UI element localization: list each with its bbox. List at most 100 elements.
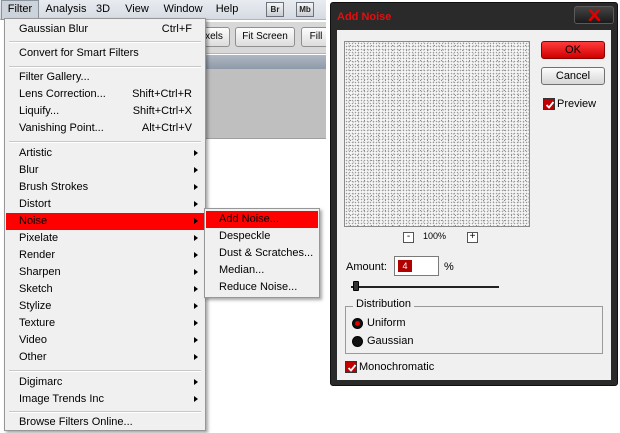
submenu-arrow-icon bbox=[194, 201, 198, 207]
menu-item-lens-correction[interactable]: Lens Correction... Shift+Ctrl+R bbox=[6, 86, 204, 103]
menu-item-other[interactable]: Other bbox=[6, 349, 204, 366]
menu-separator bbox=[9, 370, 201, 372]
options-toolbar: xels Fit Screen Fill bbox=[198, 22, 326, 54]
menu-item-browse-filters-online[interactable]: Browse Filters Online... bbox=[6, 414, 204, 431]
dialog-title-bar[interactable]: Add Noise bbox=[331, 3, 617, 29]
menu-view[interactable]: View bbox=[121, 0, 153, 20]
zoom-in-button[interactable]: + bbox=[467, 232, 478, 243]
menu-separator bbox=[9, 411, 201, 413]
menu-item-label: Other bbox=[19, 351, 47, 363]
menu-analysis[interactable]: Analysis bbox=[43, 0, 89, 20]
menu-item-pixelate[interactable]: Pixelate bbox=[6, 230, 204, 247]
menu-item-label: Noise bbox=[19, 215, 48, 227]
gaussian-label: Gaussian bbox=[367, 335, 414, 347]
submenu-arrow-icon bbox=[194, 303, 198, 309]
amount-unit: % bbox=[444, 261, 454, 273]
menu-item-shortcut: Ctrl+F bbox=[161, 23, 192, 35]
noise-preview-image[interactable] bbox=[344, 41, 530, 227]
amount-value: 4 bbox=[398, 260, 412, 272]
filter-menu: Gaussian Blur Ctrl+F Convert for Smart F… bbox=[4, 18, 206, 431]
monochromatic-label: Monochromatic bbox=[359, 361, 435, 373]
close-button[interactable] bbox=[574, 6, 614, 24]
submenu-arrow-icon bbox=[194, 218, 198, 224]
bridge-badge-button[interactable]: Br bbox=[266, 2, 284, 17]
menu-item-label: Video bbox=[19, 334, 47, 346]
noise-submenu: Add Noise... Despeckle Dust & Scratches.… bbox=[204, 208, 320, 298]
gaussian-radio[interactable] bbox=[352, 336, 363, 347]
fit-screen-button[interactable]: Fit Screen bbox=[235, 27, 295, 47]
menu-item-texture[interactable]: Texture bbox=[6, 315, 204, 332]
menu-item-label: Brush Strokes bbox=[19, 181, 89, 193]
dialog-title: Add Noise bbox=[337, 11, 392, 23]
submenu-arrow-icon bbox=[194, 286, 198, 292]
menu-bar: Filter Analysis 3D View Window Help Br M… bbox=[0, 0, 326, 20]
submenu-arrow-icon bbox=[194, 167, 198, 173]
amount-label: Amount: bbox=[346, 261, 387, 273]
menu-item-label: Digimarc bbox=[19, 376, 63, 388]
menu-item-label: Sketch bbox=[19, 283, 53, 295]
menu-item-vanishing-point[interactable]: Vanishing Point... Alt+Ctrl+V bbox=[6, 120, 204, 137]
menu-item-label: Pixelate bbox=[19, 232, 59, 244]
cancel-button[interactable]: Cancel bbox=[541, 67, 605, 85]
menu-item-gaussian-blur[interactable]: Gaussian Blur Ctrl+F bbox=[6, 21, 204, 38]
menu-separator bbox=[9, 66, 201, 68]
amount-input[interactable]: 4 bbox=[394, 256, 439, 276]
document-area bbox=[200, 69, 326, 139]
submenu-item-add-noise[interactable]: Add Noise... bbox=[206, 211, 318, 228]
menu-item-label: Blur bbox=[19, 164, 39, 176]
submenu-item-dust-scratches[interactable]: Dust & Scratches... bbox=[206, 245, 318, 262]
close-icon bbox=[588, 9, 601, 21]
menu-3d[interactable]: 3D bbox=[92, 0, 114, 20]
checkmark-icon bbox=[545, 101, 555, 109]
menu-help[interactable]: Help bbox=[213, 0, 241, 20]
ok-button[interactable]: OK bbox=[541, 41, 605, 59]
menu-item-stylize[interactable]: Stylize bbox=[6, 298, 204, 315]
menu-separator bbox=[9, 41, 201, 43]
menu-item-noise[interactable]: Noise bbox=[6, 213, 204, 230]
menu-item-liquify[interactable]: Liquify... Shift+Ctrl+X bbox=[6, 103, 204, 120]
menu-item-label: Vanishing Point... bbox=[19, 122, 104, 134]
menu-item-video[interactable]: Video bbox=[6, 332, 204, 349]
menu-item-blur[interactable]: Blur bbox=[6, 162, 204, 179]
menu-item-distort[interactable]: Distort bbox=[6, 196, 204, 213]
zoom-out-button[interactable]: - bbox=[403, 232, 414, 243]
menu-item-label: Gaussian Blur bbox=[19, 23, 89, 35]
monochromatic-checkbox[interactable] bbox=[345, 361, 357, 373]
menu-item-digimarc[interactable]: Digimarc bbox=[6, 374, 204, 391]
submenu-arrow-icon bbox=[194, 354, 198, 360]
submenu-item-median[interactable]: Median... bbox=[206, 262, 318, 279]
submenu-item-reduce-noise[interactable]: Reduce Noise... bbox=[206, 279, 318, 296]
menu-item-label: Stylize bbox=[19, 300, 52, 312]
amount-slider-thumb[interactable] bbox=[353, 281, 359, 291]
menu-item-sketch[interactable]: Sketch bbox=[6, 281, 204, 298]
menu-item-label: Distort bbox=[19, 198, 51, 210]
submenu-arrow-icon bbox=[194, 337, 198, 343]
menu-item-label: Convert for Smart Filters bbox=[19, 47, 139, 59]
menu-item-artistic[interactable]: Artistic bbox=[6, 145, 204, 162]
submenu-arrow-icon bbox=[194, 184, 198, 190]
menu-item-label: Lens Correction... bbox=[19, 88, 106, 100]
submenu-arrow-icon bbox=[194, 396, 198, 402]
amount-slider-track[interactable] bbox=[351, 286, 499, 288]
menu-item-convert-smart-filters[interactable]: Convert for Smart Filters bbox=[6, 45, 204, 62]
submenu-arrow-icon bbox=[194, 269, 198, 275]
menu-item-brush-strokes[interactable]: Brush Strokes bbox=[6, 179, 204, 196]
menu-filter[interactable]: Filter bbox=[1, 0, 39, 20]
checkmark-icon bbox=[347, 364, 357, 372]
menu-item-render[interactable]: Render bbox=[6, 247, 204, 264]
menu-item-shortcut: Alt+Ctrl+V bbox=[141, 122, 192, 134]
mini-bridge-badge-button[interactable]: Mb bbox=[296, 2, 314, 17]
submenu-arrow-icon bbox=[194, 379, 198, 385]
photoshop-window: Filter Analysis 3D View Window Help Br M… bbox=[0, 0, 326, 433]
menu-item-image-trends[interactable]: Image Trends Inc bbox=[6, 391, 204, 408]
uniform-radio[interactable] bbox=[352, 318, 363, 329]
fill-screen-button[interactable]: Fill bbox=[301, 27, 326, 47]
submenu-item-despeckle[interactable]: Despeckle bbox=[206, 228, 318, 245]
menu-item-sharpen[interactable]: Sharpen bbox=[6, 264, 204, 281]
menu-item-shortcut: Shift+Ctrl+R bbox=[132, 88, 192, 100]
preview-checkbox[interactable] bbox=[543, 98, 555, 110]
menu-window[interactable]: Window bbox=[160, 0, 206, 20]
menu-item-label: Image Trends Inc bbox=[19, 393, 104, 405]
menu-item-filter-gallery[interactable]: Filter Gallery... bbox=[6, 69, 204, 86]
menu-item-shortcut: Shift+Ctrl+X bbox=[132, 105, 192, 117]
